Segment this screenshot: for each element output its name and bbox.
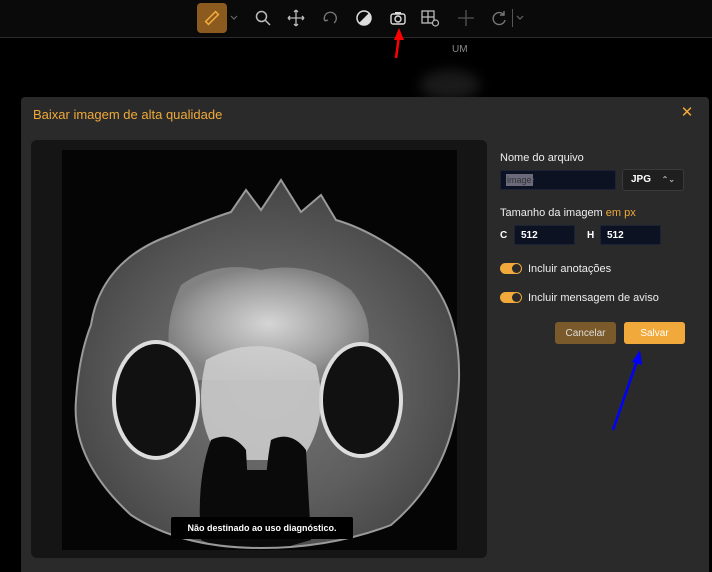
contrast-icon[interactable] (352, 6, 376, 30)
width-input[interactable] (514, 225, 575, 245)
height-letter: H (587, 230, 595, 241)
file-name-placeholder: image (506, 174, 533, 186)
background-image-fragment (420, 70, 480, 100)
image-preview: Não destinado ao uso diagnóstico. (31, 140, 487, 558)
viewer-screen: UM Baixar imagem de alta qualidade ✕ Não… (0, 0, 712, 572)
download-image-dialog: Baixar imagem de alta qualidade ✕ Não de… (21, 97, 709, 572)
warning-overlay-text: Não destinado ao uso diagnóstico. (171, 517, 353, 539)
camera-icon[interactable] (386, 6, 410, 30)
image-size-label: Tamanho da imagem em px (500, 207, 636, 219)
format-value: JPG (631, 174, 652, 185)
crosshair-icon[interactable] (454, 6, 478, 30)
include-annotations-toggle[interactable] (500, 263, 522, 274)
layout-icon[interactable] (418, 6, 442, 30)
chevron-down-icon[interactable] (514, 6, 526, 30)
pan-icon[interactable] (284, 6, 308, 30)
height-input[interactable] (600, 225, 661, 245)
file-name-label: Nome do arquivo (500, 152, 584, 164)
image-size-text: Tamanho da imagem (500, 207, 603, 219)
measure-ruler-icon[interactable] (197, 3, 227, 33)
save-button[interactable]: Salvar (624, 322, 685, 344)
include-warning-toggle[interactable] (500, 292, 522, 303)
rotate-icon[interactable] (318, 6, 342, 30)
width-letter: C (500, 230, 508, 241)
zoom-icon[interactable] (251, 6, 275, 30)
reset-icon[interactable] (487, 6, 511, 30)
include-warning-label: Incluir mensagem de aviso (528, 292, 659, 304)
toolbar-divider (512, 9, 513, 27)
ct-scan-image (62, 150, 461, 550)
include-annotations-label: Incluir anotações (528, 263, 612, 275)
image-size-unit: em px (605, 207, 636, 219)
viewport-orientation-label: UM (452, 44, 468, 55)
select-chevron-icon: ⌃⌄ (661, 175, 675, 184)
chevron-down-icon[interactable] (228, 6, 240, 30)
top-toolbar (0, 0, 712, 38)
format-select[interactable]: JPG ⌃⌄ (622, 169, 684, 191)
cancel-button[interactable]: Cancelar (555, 322, 616, 344)
dialog-title: Baixar imagem de alta qualidade (33, 107, 223, 122)
export-settings-form: Nome do arquivo image JPG ⌃⌄ Tamanho da … (500, 97, 705, 572)
